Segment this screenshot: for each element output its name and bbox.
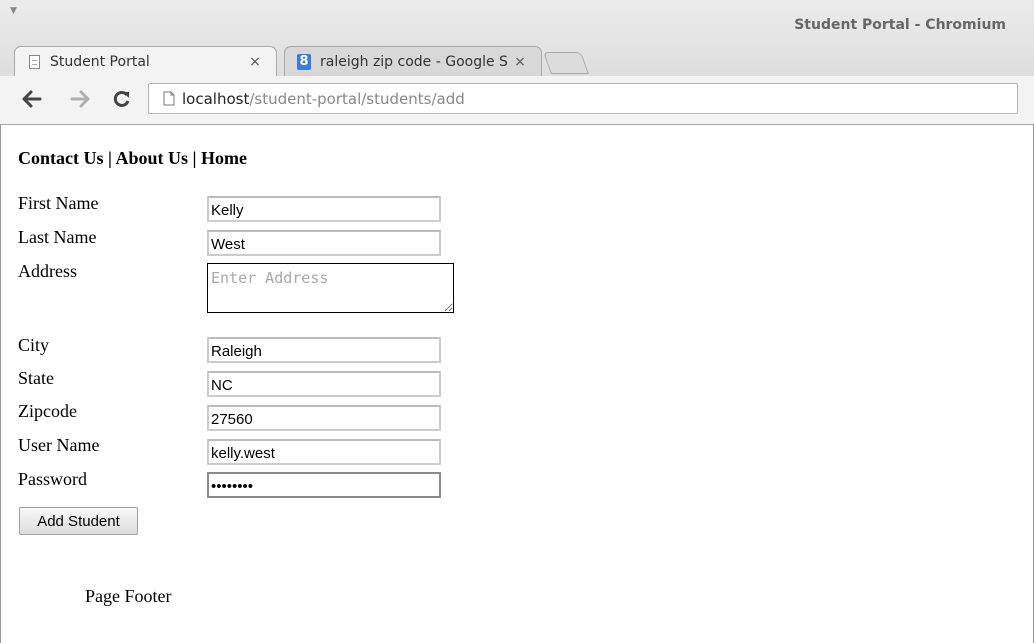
window-title: Student Portal - Chromium [794,17,1006,33]
state-label: State [18,368,54,388]
page-icon [163,91,175,106]
tab-label: Student Portal [50,53,150,70]
address-textarea[interactable] [207,263,454,313]
new-tab-button[interactable] [542,52,590,74]
nav-separator: | [188,148,201,168]
top-navigation: Contact Us | About Us | Home [18,148,247,169]
url-path: /student-portal/students/add [249,89,465,108]
username-label: User Name [18,435,100,455]
reload-icon[interactable] [108,84,136,114]
tab-google-search[interactable]: 8 raleigh zip code - Google S × [284,46,542,76]
tab-close-icon[interactable]: × [513,54,527,70]
forward-icon[interactable] [66,84,94,114]
first-name-input[interactable] [207,196,441,222]
password-label: Password [18,469,88,489]
city-label: City [18,335,50,355]
state-input[interactable] [207,371,441,397]
city-input[interactable] [207,337,441,363]
add-student-button[interactable]: Add Student [19,507,138,535]
nav-link-home[interactable]: Home [201,148,247,168]
page-footer: Page Footer [85,586,172,606]
username-input[interactable] [207,439,441,465]
nav-separator: | [103,148,116,168]
url-host: localhost [182,89,250,108]
browser-chrome: ▼ Student Portal - Chromium Student Port… [0,0,1034,125]
window-menu-icon[interactable]: ▼ [10,6,17,16]
tab-close-icon[interactable]: × [248,54,262,70]
url-text: localhost/student-portal/students/add [182,90,465,108]
address-bar[interactable]: localhost/student-portal/students/add [148,83,1018,114]
first-name-label: First Name [18,193,99,213]
password-input[interactable] [207,472,441,498]
google-icon: 8 [297,53,311,70]
page-content: Contact Us | About Us | Home First Name … [0,125,1034,643]
address-label: Address [18,261,77,281]
tab-student-portal[interactable]: Student Portal × [14,46,277,76]
zipcode-input[interactable] [207,405,441,431]
back-icon[interactable] [18,84,46,114]
nav-link-about[interactable]: About Us [115,148,188,168]
last-name-input[interactable] [207,230,441,256]
nav-link-contact[interactable]: Contact Us [18,148,104,168]
last-name-label: Last Name [18,227,97,247]
tab-label: raleigh zip code - Google S [320,53,508,70]
browser-toolbar: localhost/student-portal/students/add [0,76,1034,124]
page-icon [27,54,41,70]
zipcode-label: Zipcode [18,401,77,421]
